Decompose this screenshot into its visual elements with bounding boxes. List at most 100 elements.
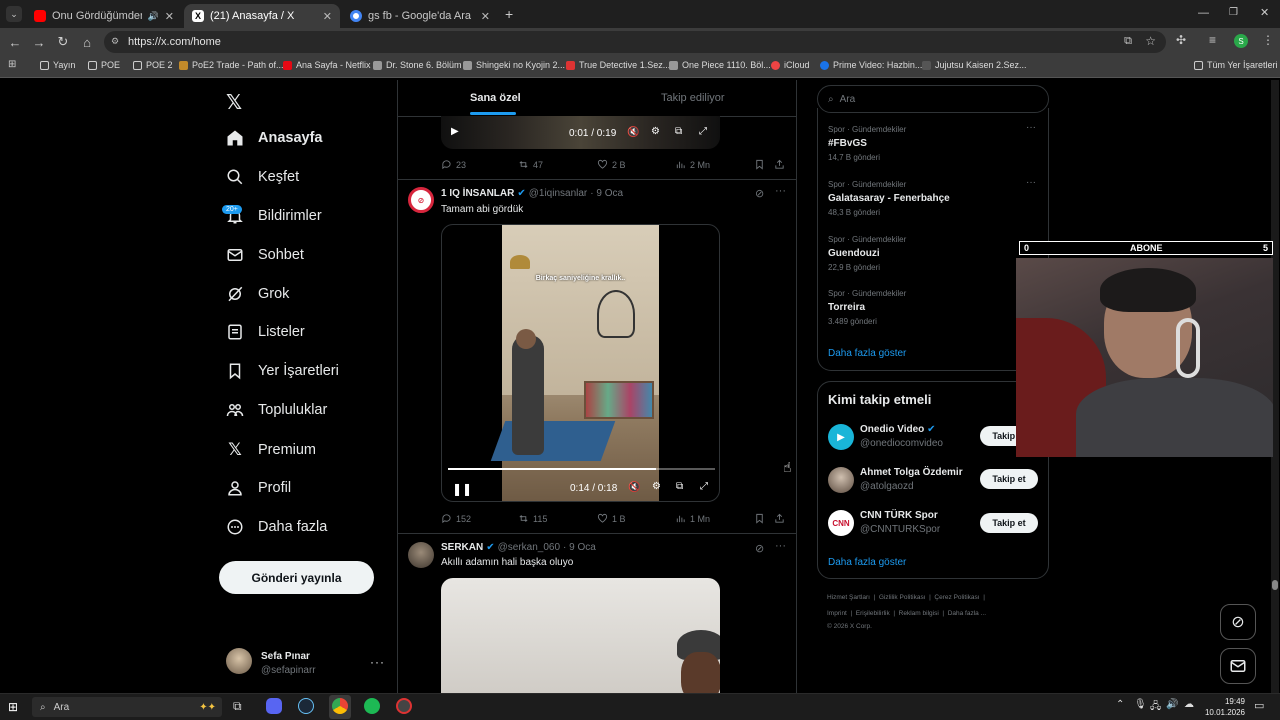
bookmark-item[interactable]: Prime Video: Hazbin... [820, 60, 922, 70]
reply-action[interactable]: 152 [441, 513, 471, 524]
footer-link[interactable]: Daha fazla ... [948, 610, 986, 617]
tweet-more-icon[interactable]: ··· [775, 185, 786, 197]
network-icon[interactable]: 🖧 [1150, 699, 1161, 716]
bookmark-item[interactable]: POE [88, 60, 120, 70]
nav-more[interactable]: Daha fazla [226, 518, 327, 536]
bookmark-item[interactable]: True Detective 1.Sez... [566, 60, 670, 70]
discord-icon[interactable] [266, 698, 282, 714]
close-tab-icon[interactable]: ✕ [165, 10, 174, 23]
forward-icon[interactable]: → [27, 30, 51, 54]
media-control-icon[interactable]: ≡ [1209, 33, 1216, 47]
extensions-icon[interactable]: ✣ [1176, 33, 1186, 47]
messages-float-button[interactable] [1220, 648, 1256, 684]
tweet-avatar[interactable] [408, 542, 434, 568]
tab-google[interactable]: gs fb - Google'da Ara ✕ [342, 4, 498, 28]
bookmark-item[interactable]: Ana Sayfa - Netflix [283, 60, 371, 70]
tray-overflow-icon[interactable]: ⌃ [1116, 699, 1124, 710]
onedio-avatar[interactable]: ▶ [828, 424, 854, 450]
nav-home[interactable]: Anasayfa [226, 129, 322, 147]
video-progress-track[interactable] [448, 468, 715, 470]
fullscreen-icon[interactable]: ⤢ [700, 481, 708, 492]
share-action[interactable] [774, 159, 785, 170]
taskbar-clock[interactable]: 19:49 10.01.2026 [1201, 696, 1245, 718]
bookmark-item[interactable]: One Piece 1110. Böl... [669, 60, 771, 70]
follow-button[interactable]: Takip et [980, 469, 1038, 489]
footer-link[interactable]: Imprint [827, 610, 847, 617]
suggested-user-name[interactable]: Ahmet Tolga Özdemir [860, 467, 963, 478]
close-tab-icon[interactable]: ✕ [481, 10, 490, 23]
tab-search-button[interactable]: ⌄ [6, 6, 22, 22]
tab-x-home[interactable]: X (21) Anasayfa / X ✕ [184, 4, 340, 28]
suggested-user-name[interactable]: CNN TÜRK Spor [860, 510, 938, 521]
close-tab-icon[interactable]: ✕ [323, 10, 332, 23]
tweet-more-icon[interactable]: ··· [775, 540, 786, 552]
nav-lists[interactable]: Listeler [226, 323, 305, 341]
new-tab-icon[interactable]: + [505, 6, 513, 22]
menu-icon[interactable]: ⋮ [1262, 33, 1274, 47]
nav-premium[interactable]: 𝕏 Premium [226, 440, 316, 460]
trend-more-icon[interactable]: ··· [1026, 122, 1036, 133]
share-action[interactable] [774, 513, 785, 524]
trend-name[interactable]: #FBvGS [828, 138, 867, 149]
restore-icon[interactable]: ❐ [1229, 7, 1238, 18]
tweet-avatar[interactable]: ⊘ [408, 187, 434, 213]
bookmark-item[interactable]: Yayın [40, 60, 75, 70]
mute-icon[interactable]: 🔇 [628, 482, 640, 493]
bookmark-item[interactable]: Shingeki no Kyojin 2... [463, 60, 565, 70]
trend-more-icon[interactable]: ··· [1026, 177, 1036, 188]
video-player[interactable]: ▶ 0:01 / 0:19 🔇 ⚙ ⧉ ⤢ [441, 116, 720, 149]
nav-grok[interactable]: Grok [226, 285, 289, 303]
pip-icon[interactable]: ⧉ [676, 481, 683, 492]
grok-icon[interactable]: ⊘ [755, 542, 764, 555]
apps-grid-icon[interactable]: ⊞ [8, 59, 16, 70]
address-bar[interactable]: ⚙ https://x.com/home ⧉ ☆ [104, 31, 1166, 53]
account-menu-icon[interactable]: ··· [370, 655, 385, 669]
footer-link[interactable]: Çerez Politikası [934, 594, 979, 601]
views-action[interactable]: 2 Mn [675, 159, 710, 170]
play-icon[interactable]: ▶ [451, 126, 459, 137]
tweet-media[interactable] [441, 578, 720, 693]
x-logo-icon[interactable]: 𝕏 [226, 90, 242, 115]
bookmark-action[interactable] [754, 513, 765, 524]
volume-icon[interactable]: 🔊 [1166, 699, 1178, 710]
grok-icon[interactable]: ⊘ [755, 187, 764, 200]
pause-icon[interactable]: ❚❚ [452, 482, 472, 496]
repost-action[interactable]: 47 [518, 159, 543, 170]
site-info-icon[interactable]: ⚙ [111, 36, 119, 47]
who-to-follow-show-more[interactable]: Daha fazla göster [828, 557, 906, 568]
cnn-logo-icon[interactable]: CNN [828, 510, 854, 536]
reload-icon[interactable]: ↻ [51, 30, 75, 54]
tweet-date[interactable]: · 9 Oca [590, 188, 623, 199]
settings-icon[interactable]: ⚙ [651, 126, 660, 137]
mute-icon[interactable]: 🔇 [627, 127, 639, 138]
nav-messages[interactable]: Sohbet [226, 246, 304, 264]
nav-communities[interactable]: Topluluklar [226, 401, 327, 419]
bookmark-action[interactable] [754, 159, 765, 170]
steam-icon[interactable] [298, 698, 314, 714]
views-action[interactable]: 1 Mn [675, 513, 710, 524]
notification-center-icon[interactable]: ▭ [1254, 699, 1264, 712]
minimize-icon[interactable]: — [1198, 7, 1209, 19]
trend-name[interactable]: Galatasaray - Fenerbahçe [828, 193, 950, 204]
repost-action[interactable]: 115 [518, 513, 547, 524]
nav-explore[interactable]: Keşfet [226, 168, 299, 186]
bookmark-item[interactable]: POE 2 [133, 60, 173, 70]
scrollbar-thumb[interactable] [1272, 580, 1278, 590]
tab-youtube[interactable]: Onu Gördüğümden Beri - Y 🔊 ✕ [26, 4, 182, 28]
install-app-icon[interactable]: ⧉ [1124, 35, 1132, 48]
author-handle[interactable]: @1iqinsanlar [529, 188, 588, 199]
task-view-icon[interactable]: ⧉ [233, 699, 242, 714]
pip-icon[interactable]: ⧉ [675, 126, 682, 137]
windows-start-icon[interactable]: ⊞ [8, 700, 18, 714]
home-icon[interactable]: ⌂ [75, 30, 99, 54]
profile-avatar[interactable]: S [1234, 34, 1248, 48]
footer-link[interactable]: Erişilebilirlik [856, 610, 890, 617]
bookmark-item[interactable]: PoE2 Trade - Path of... [179, 60, 284, 70]
video-player[interactable]: Birkaç saniyeliğine krallık.. ❚❚ 0:14 / … [441, 224, 720, 502]
close-window-icon[interactable]: ✕ [1260, 6, 1269, 19]
bookmark-item[interactable]: Dr. Stone 6. Bölüm [373, 60, 462, 70]
microphone-icon[interactable]: 🎙 [1134, 699, 1147, 710]
settings-icon[interactable]: ⚙ [652, 481, 661, 492]
back-icon[interactable]: ← [3, 30, 27, 54]
tab-following[interactable]: Takip ediliyor [661, 92, 725, 104]
